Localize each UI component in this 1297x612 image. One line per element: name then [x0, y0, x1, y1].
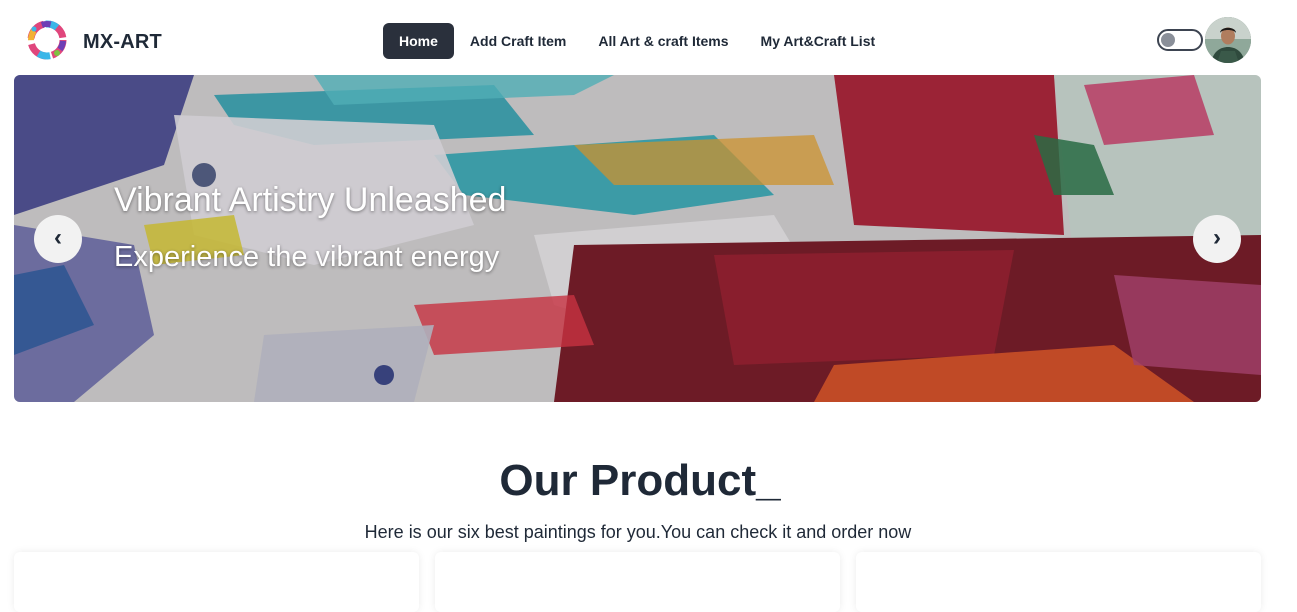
nav-my-art-craft-list[interactable]: My Art&Craft List — [745, 23, 892, 59]
main-menu: Home Add Craft Item All Art & craft Item… — [383, 23, 891, 59]
brand-name[interactable]: MX-ART — [83, 31, 162, 54]
product-card[interactable] — [435, 552, 840, 612]
hero-carousel: Vibrant Artistry Unleashed Experience th… — [14, 75, 1261, 402]
nav-add-craft-item[interactable]: Add Craft Item — [454, 23, 582, 59]
theme-toggle[interactable] — [1157, 29, 1203, 51]
navbar: MX-ART Home Add Craft Item All Art & cra… — [0, 0, 1297, 75]
hero-title: Vibrant Artistry Unleashed — [114, 181, 507, 219]
product-card[interactable] — [856, 552, 1261, 612]
hero-subtitle: Experience the vibrant energy — [114, 241, 500, 273]
abstract-paint-background — [14, 75, 1261, 402]
nav-home[interactable]: Home — [383, 23, 454, 59]
products-title: Our Product_ — [499, 456, 781, 505]
carousel-next-button[interactable]: › — [1193, 215, 1241, 263]
user-avatar-icon[interactable] — [1205, 17, 1251, 63]
products-subtitle: Here is our six best paintings for you.Y… — [364, 522, 912, 542]
carousel-prev-button[interactable]: ‹ — [34, 215, 82, 263]
toggle-knob — [1161, 33, 1175, 47]
color-splash-logo-icon[interactable] — [24, 17, 70, 63]
product-card[interactable] — [14, 552, 419, 612]
nav-all-art-craft-items[interactable]: All Art & craft Items — [582, 23, 744, 59]
